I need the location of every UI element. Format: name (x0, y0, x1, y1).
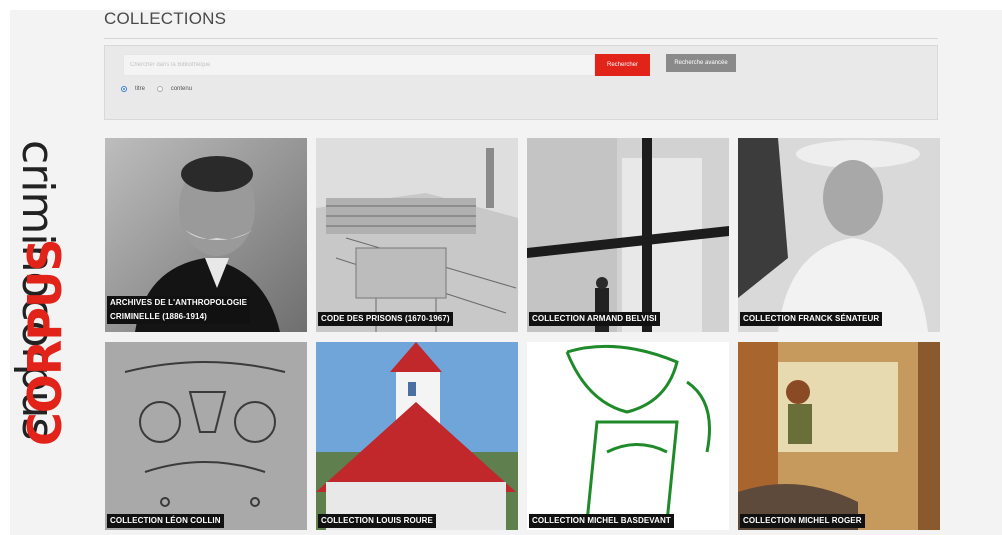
collection-caption: ARCHIVES DE L'ANTHROPOLOGIE CRIMINELLE (… (107, 296, 251, 324)
green-drawing (527, 342, 729, 530)
radio-checked-icon[interactable] (121, 86, 127, 92)
search-button[interactable]: Rechercher (595, 54, 650, 76)
collection-card-louis-roure[interactable]: COLLECTION LOUIS ROURE (316, 342, 518, 530)
painting-image (738, 342, 940, 530)
collection-caption: COLLECTION MICHEL BASDEVANT (529, 514, 674, 528)
radio-titre[interactable]: titre (121, 86, 145, 92)
collection-card-basdevant[interactable]: COLLECTION MICHEL BASDEVANT (527, 342, 729, 530)
page-title: COLLECTIONS (104, 9, 227, 28)
collection-card-leon-collin[interactable]: COLLECTION LÉON COLLIN (105, 342, 307, 530)
woman-hat-photo (738, 138, 940, 332)
collection-card-michel-roger[interactable]: COLLECTION MICHEL ROGER (738, 342, 940, 530)
radio-unchecked-icon[interactable] (156, 86, 163, 92)
search-panel: Rechercher Recherche avancée titre conte… (104, 45, 938, 120)
collection-caption: COLLECTION LÉON COLLIN (107, 514, 224, 528)
collection-caption: COLLECTION LOUIS ROURE (318, 514, 436, 528)
collection-card-belvisi[interactable]: COLLECTION ARMAND BELVISI (527, 138, 729, 332)
search-input[interactable] (123, 54, 595, 76)
advanced-search-button[interactable]: Recherche avancée (666, 54, 736, 72)
collection-card-senateur[interactable]: COLLECTION FRANCK SÉNATEUR (738, 138, 940, 332)
prison-engraving (316, 138, 518, 332)
collection-caption: COLLECTION FRANCK SÉNATEUR (740, 312, 883, 326)
collection-caption: COLLECTION ARMAND BELVISI (529, 312, 660, 326)
collection-caption: CODE DES PRISONS (1670-1967) (318, 312, 453, 326)
collection-card-anthropologie[interactable]: ARCHIVES DE L'ANTHROPOLOGIE CRIMINELLE (… (105, 138, 307, 332)
collection-card-prisons[interactable]: CODE DES PRISONS (1670-1967) (316, 138, 518, 332)
radio-label: titre (135, 86, 146, 92)
radio-contenu[interactable]: contenu (156, 86, 193, 92)
radio-label: contenu (170, 86, 193, 92)
prison-cell-photo (527, 138, 729, 332)
title-divider (104, 38, 938, 39)
logo-text-bottom: CORPUS (18, 239, 72, 446)
search-scope-options: titre contenu (121, 86, 202, 94)
church-photo (316, 342, 518, 530)
collection-caption: COLLECTION MICHEL ROGER (740, 514, 865, 528)
site-logo[interactable]: criminocorpus CORPUS (4, 140, 74, 450)
tattoo-photo (105, 342, 307, 530)
